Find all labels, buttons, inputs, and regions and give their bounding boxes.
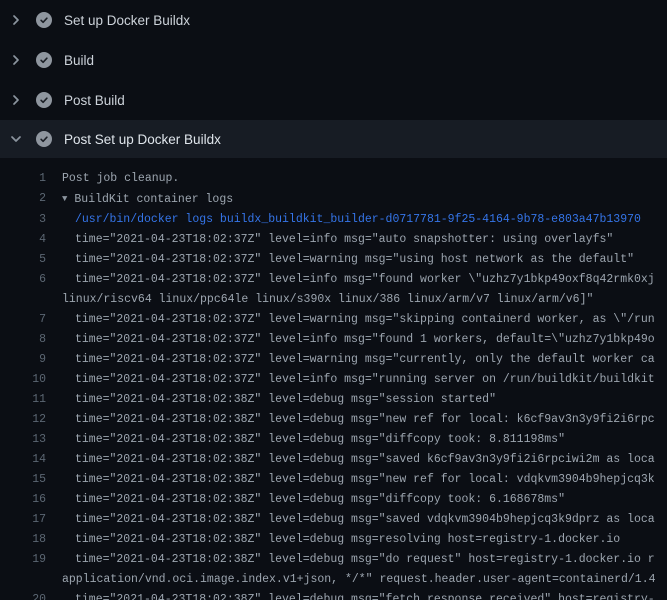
log-line-number[interactable]: 20: [0, 590, 46, 600]
log-line: 2 ▼BuildKit container logs: [0, 189, 667, 210]
log-line-text: time="2021-04-23T18:02:38Z" level=debug …: [62, 510, 667, 530]
log-line-text: time="2021-04-23T18:02:38Z" level=debug …: [62, 550, 667, 590]
step-title: Post Set up Docker Buildx: [64, 132, 221, 147]
log-line: 13 time="2021-04-23T18:02:38Z" level=deb…: [0, 430, 667, 450]
log-line-number[interactable]: 18: [0, 530, 46, 550]
log-line-text: time="2021-04-23T18:02:37Z" level=warnin…: [62, 350, 667, 370]
log-line: 15 time="2021-04-23T18:02:38Z" level=deb…: [0, 470, 667, 490]
log-line: 8 time="2021-04-23T18:02:37Z" level=info…: [0, 330, 667, 350]
log-line-number[interactable]: 3: [0, 210, 46, 230]
step-header[interactable]: Build: [0, 40, 667, 80]
log-line-number[interactable]: 15: [0, 470, 46, 490]
step-title: Post Build: [64, 93, 125, 108]
log-line: 11 time="2021-04-23T18:02:38Z" level=deb…: [0, 390, 667, 410]
chevron-icon[interactable]: [8, 12, 24, 28]
log-line-text: time="2021-04-23T18:02:37Z" level=info m…: [62, 230, 667, 250]
status-check-icon: [36, 92, 52, 108]
steps-list: Set up Docker Buildx Build P: [0, 0, 667, 158]
log-line-number[interactable]: 13: [0, 430, 46, 450]
log-line-number[interactable]: 12: [0, 410, 46, 430]
log-line: 3 /usr/bin/docker logs buildx_buildkit_b…: [0, 210, 667, 230]
log-line-number[interactable]: 16: [0, 490, 46, 510]
log-line-number[interactable]: 5: [0, 250, 46, 270]
log-line-text: /usr/bin/docker logs buildx_buildkit_bui…: [62, 210, 667, 230]
log-line: 10 time="2021-04-23T18:02:37Z" level=inf…: [0, 370, 667, 390]
log-line-text: ▼BuildKit container logs: [62, 189, 667, 210]
log-line-text: time="2021-04-23T18:02:38Z" level=debug …: [62, 590, 667, 600]
log-line-number[interactable]: 9: [0, 350, 46, 370]
log-line-number[interactable]: 10: [0, 370, 46, 390]
log-lines: 1 Post job cleanup. 2 ▼BuildKit containe…: [0, 158, 667, 600]
log-line: 19 time="2021-04-23T18:02:38Z" level=deb…: [0, 550, 667, 590]
log-line-text: time="2021-04-23T18:02:37Z" level=warnin…: [62, 310, 667, 330]
status-check-icon: [36, 52, 52, 68]
log-line-number[interactable]: 8: [0, 330, 46, 350]
log-line-text: time="2021-04-23T18:02:38Z" level=debug …: [62, 430, 667, 450]
log-line-number[interactable]: 6: [0, 270, 46, 290]
log-line: 6 time="2021-04-23T18:02:37Z" level=info…: [0, 270, 667, 310]
log-line-number[interactable]: 11: [0, 390, 46, 410]
log-line-text: Post job cleanup.: [62, 169, 667, 189]
log-line: 12 time="2021-04-23T18:02:38Z" level=deb…: [0, 410, 667, 430]
log-line-text: time="2021-04-23T18:02:37Z" level=info m…: [62, 370, 667, 390]
log-line-number[interactable]: 7: [0, 310, 46, 330]
log-line-number[interactable]: 2: [0, 189, 46, 209]
log-line-number[interactable]: 1: [0, 169, 46, 189]
log-line: 9 time="2021-04-23T18:02:37Z" level=warn…: [0, 350, 667, 370]
log-line-text: time="2021-04-23T18:02:38Z" level=debug …: [62, 470, 667, 490]
log-line: 7 time="2021-04-23T18:02:37Z" level=warn…: [0, 310, 667, 330]
log-line-text: time="2021-04-23T18:02:38Z" level=debug …: [62, 530, 667, 550]
log-line: 17 time="2021-04-23T18:02:38Z" level=deb…: [0, 510, 667, 530]
log-line-number[interactable]: 14: [0, 450, 46, 470]
workflow-log-viewer: Set up Docker Buildx Build P: [0, 0, 667, 600]
log-line-number[interactable]: 4: [0, 230, 46, 250]
log-line: 4 time="2021-04-23T18:02:37Z" level=info…: [0, 230, 667, 250]
step-header[interactable]: Post Build: [0, 80, 667, 120]
step-title: Set up Docker Buildx: [64, 13, 190, 28]
log-line-text: time="2021-04-23T18:02:38Z" level=debug …: [62, 390, 667, 410]
chevron-icon[interactable]: [8, 131, 24, 147]
log-line-text: time="2021-04-23T18:02:37Z" level=info m…: [62, 330, 667, 350]
step-header[interactable]: Post Set up Docker Buildx: [0, 120, 667, 158]
log-line-number[interactable]: 19: [0, 550, 46, 570]
log-line-number[interactable]: 17: [0, 510, 46, 530]
log-line: 14 time="2021-04-23T18:02:38Z" level=deb…: [0, 450, 667, 470]
status-check-icon: [36, 12, 52, 28]
log-line-text: time="2021-04-23T18:02:37Z" level=info m…: [62, 270, 667, 310]
step-header[interactable]: Set up Docker Buildx: [0, 0, 667, 40]
chevron-icon[interactable]: [8, 92, 24, 108]
log-group-expanded-icon[interactable]: ▼: [62, 189, 67, 209]
log-line: 5 time="2021-04-23T18:02:37Z" level=warn…: [0, 250, 667, 270]
chevron-icon[interactable]: [8, 52, 24, 68]
log-line: 18 time="2021-04-23T18:02:38Z" level=deb…: [0, 530, 667, 550]
log-line-text: time="2021-04-23T18:02:38Z" level=debug …: [62, 490, 667, 510]
log-line-text: time="2021-04-23T18:02:38Z" level=debug …: [62, 410, 667, 430]
log-line: 20 time="2021-04-23T18:02:38Z" level=deb…: [0, 590, 667, 600]
log-line: 1 Post job cleanup.: [0, 169, 667, 189]
log-line: 16 time="2021-04-23T18:02:38Z" level=deb…: [0, 490, 667, 510]
status-check-icon: [36, 131, 52, 147]
log-line-text: time="2021-04-23T18:02:37Z" level=warnin…: [62, 250, 667, 270]
step-title: Build: [64, 53, 94, 68]
log-line-text: time="2021-04-23T18:02:38Z" level=debug …: [62, 450, 667, 470]
